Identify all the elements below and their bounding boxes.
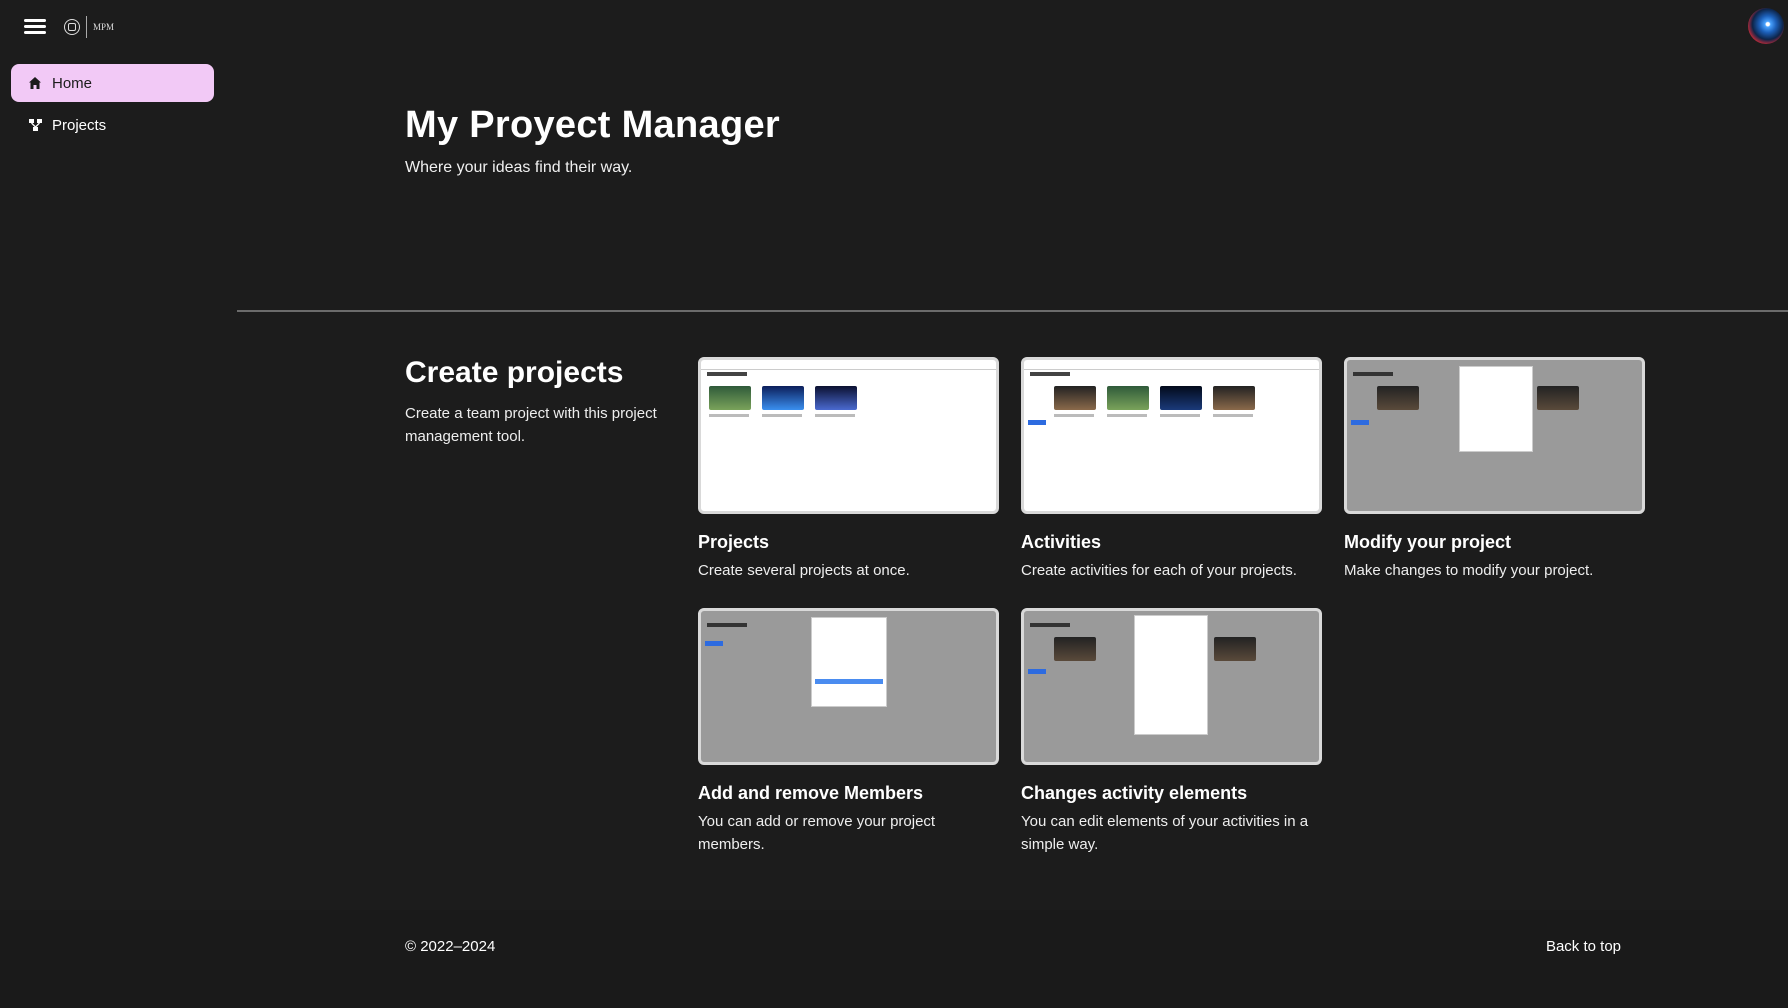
hero-section: My Proyect Manager Where your ideas find…: [405, 104, 780, 177]
card-title: Add and remove Members: [698, 783, 924, 803]
screenshot-thumbnail[interactable]: [698, 608, 999, 765]
projects-icon: [27, 117, 43, 133]
feature-card-modify: Modify your project Make changes to modi…: [1344, 357, 1645, 582]
sidebar-item-label: Home: [52, 74, 93, 92]
hamburger-icon[interactable]: [24, 16, 46, 38]
feature-card-members: Add and remove Members You can add or re…: [698, 608, 999, 856]
feature-card-activities: Activities Create activities for each of…: [1021, 357, 1322, 582]
sidebar-item-label: Projects: [52, 116, 107, 134]
screenshot-thumbnail[interactable]: [1344, 357, 1645, 514]
logo-separator: [86, 16, 87, 38]
logo-icon: [64, 19, 80, 35]
card-title: Modify your project: [1344, 532, 1512, 552]
home-icon: [27, 75, 43, 91]
back-to-top-link[interactable]: Back to top: [1546, 938, 1621, 955]
features-title: Create projects: [405, 356, 624, 389]
feature-card-projects: Projects Create several projects at once…: [698, 357, 999, 582]
page-subtitle: Where your ideas find their way.: [405, 159, 633, 176]
page-title: My Proyect Manager: [405, 104, 780, 146]
features-description: Create a team project with this project …: [405, 405, 657, 445]
feature-card-activity-elements: Changes activity elements You can edit e…: [1021, 608, 1322, 856]
copyright-text: © 2022–2024: [405, 938, 496, 955]
user-avatar[interactable]: [1748, 8, 1784, 44]
card-title: Projects: [698, 532, 770, 552]
sidebar-item-home[interactable]: Home: [11, 64, 214, 102]
top-bar: MPM: [0, 0, 1788, 56]
section-divider: [237, 310, 1788, 312]
logo-text: MPM: [93, 22, 115, 32]
screenshot-thumbnail[interactable]: [1021, 357, 1322, 514]
features-intro: Create projects Create a team project wi…: [405, 356, 675, 448]
card-title: Activities: [1021, 532, 1102, 552]
card-description: You can add or remove your project membe…: [698, 813, 936, 853]
sidebar-item-projects[interactable]: Projects: [11, 106, 214, 144]
card-description: You can edit elements of your activities…: [1021, 813, 1309, 853]
sidebar: Home Projects: [11, 64, 214, 148]
screenshot-thumbnail[interactable]: [698, 357, 999, 514]
screenshot-thumbnail[interactable]: [1021, 608, 1322, 765]
card-description: Create several projects at once.: [698, 562, 910, 579]
card-title: Changes activity elements: [1021, 783, 1248, 803]
card-description: Make changes to modify your project.: [1344, 562, 1594, 579]
card-description: Create activities for each of your proje…: [1021, 562, 1297, 579]
app-logo[interactable]: MPM: [64, 16, 114, 38]
footer: © 2022–2024 Back to top: [0, 910, 1788, 1008]
